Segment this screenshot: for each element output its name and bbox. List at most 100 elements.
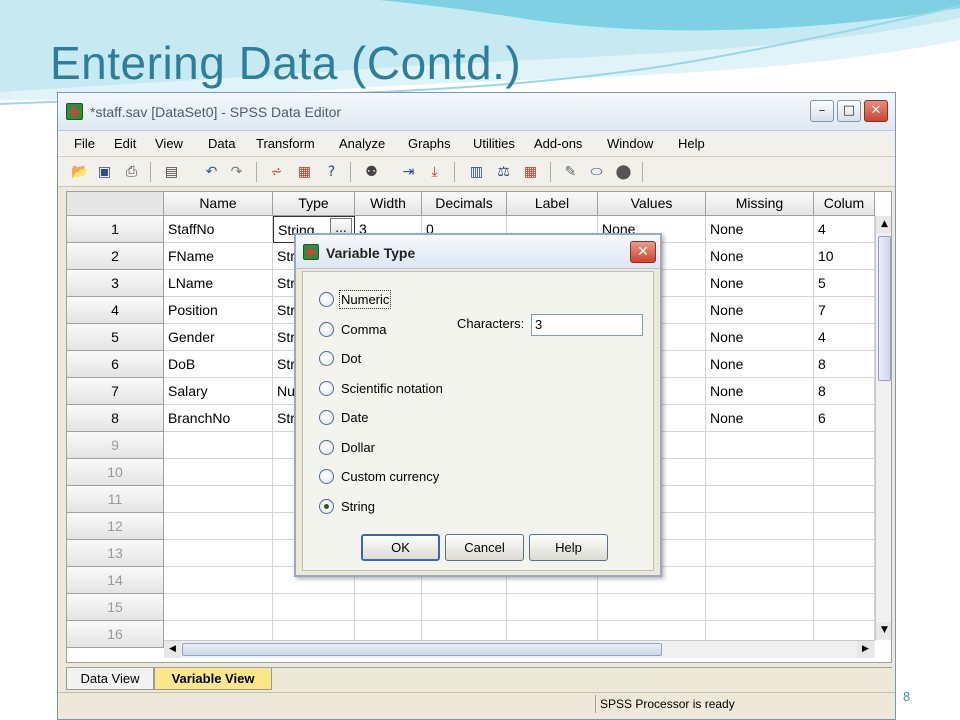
- tab-variable-view[interactable]: Variable View: [154, 668, 272, 690]
- row-number[interactable]: 13: [67, 540, 164, 567]
- grid-cell-values[interactable]: [598, 594, 706, 621]
- print-icon[interactable]: ⎙: [123, 164, 140, 180]
- undo-icon[interactable]: ↶: [203, 164, 220, 180]
- column-header-type[interactable]: Type: [273, 192, 355, 216]
- grid-cell-columns[interactable]: [814, 513, 875, 540]
- help-button[interactable]: Help: [529, 534, 608, 561]
- grid-cell-missing[interactable]: [706, 567, 814, 594]
- characters-input[interactable]: 3: [531, 314, 643, 336]
- grid-cell-missing[interactable]: [706, 486, 814, 513]
- grid-cell-missing[interactable]: None: [706, 270, 814, 297]
- row-number[interactable]: 3: [67, 270, 164, 297]
- select-cases-icon[interactable]: ▦: [522, 164, 539, 180]
- row-number[interactable]: 10: [67, 459, 164, 486]
- grid-cell-missing[interactable]: [706, 594, 814, 621]
- grid-cell-columns[interactable]: 5: [814, 270, 875, 297]
- grid-cell-type[interactable]: [273, 594, 355, 621]
- row-number[interactable]: 8: [67, 405, 164, 432]
- grid-cell-name[interactable]: Position: [164, 297, 273, 324]
- grid-cell-columns[interactable]: 8: [814, 378, 875, 405]
- menu-help[interactable]: Help: [678, 136, 705, 151]
- grid-cell-columns[interactable]: 10: [814, 243, 875, 270]
- dialog-close-button[interactable]: ✕: [630, 241, 656, 263]
- dialog-recall-icon[interactable]: ▤: [163, 164, 180, 180]
- row-number[interactable]: 1: [67, 216, 164, 243]
- grid-cell-columns[interactable]: [814, 567, 875, 594]
- grid-cell-columns[interactable]: [814, 540, 875, 567]
- menu-analyze[interactable]: Analyze: [339, 136, 385, 151]
- weight-cases-icon[interactable]: ⚖: [495, 164, 512, 180]
- grid-cell-columns[interactable]: [814, 432, 875, 459]
- row-number[interactable]: 5: [67, 324, 164, 351]
- value-labels-icon[interactable]: ✎: [562, 164, 579, 180]
- radio-dollar-button[interactable]: [319, 440, 334, 455]
- menu-window[interactable]: Window: [607, 136, 653, 151]
- menu-add-ons[interactable]: Add-ons: [534, 136, 582, 151]
- horizontal-scrollbar[interactable]: ◀ ▶: [164, 640, 875, 658]
- grid-cell-missing[interactable]: [706, 432, 814, 459]
- save-icon[interactable]: ▣: [96, 164, 113, 180]
- scroll-up-arrow-icon[interactable]: ▲: [876, 216, 891, 233]
- radio-date-button[interactable]: [319, 410, 334, 425]
- row-number[interactable]: 16: [67, 621, 164, 648]
- grid-cell-columns[interactable]: 7: [814, 297, 875, 324]
- grid-cell-name[interactable]: [164, 486, 273, 513]
- cancel-button[interactable]: Cancel: [445, 534, 524, 561]
- tab-data-view[interactable]: Data View: [66, 668, 154, 690]
- grid-cell-width[interactable]: [355, 594, 422, 621]
- scroll-down-arrow-icon[interactable]: ▼: [876, 622, 891, 639]
- close-button[interactable]: ✕: [864, 100, 888, 122]
- radio-custom-currency-button[interactable]: [319, 469, 334, 484]
- column-header-missing[interactable]: Missing: [706, 192, 814, 216]
- grid-cell-name[interactable]: FName: [164, 243, 273, 270]
- menu-graphs[interactable]: Graphs: [408, 136, 451, 151]
- grid-cell-name[interactable]: [164, 513, 273, 540]
- scroll-right-arrow-icon[interactable]: ▶: [857, 641, 874, 658]
- grid-cell-label[interactable]: [507, 594, 598, 621]
- grid-cell-columns[interactable]: [814, 459, 875, 486]
- use-sets-icon[interactable]: ⬭: [588, 164, 605, 180]
- radio-numeric-button[interactable]: [319, 292, 334, 307]
- grid-cell-columns[interactable]: 8: [814, 351, 875, 378]
- grid-cell-columns[interactable]: [814, 486, 875, 513]
- horizontal-scroll-thumb[interactable]: [182, 643, 662, 656]
- grid-cell-name[interactable]: BranchNo: [164, 405, 273, 432]
- grid-cell-missing[interactable]: None: [706, 324, 814, 351]
- grid-cell-decimals[interactable]: [422, 594, 507, 621]
- menu-view[interactable]: View: [155, 136, 183, 151]
- grid-cell-columns[interactable]: 4: [814, 216, 875, 243]
- insert-variable-icon[interactable]: ⤓: [426, 164, 443, 180]
- grid-cell-name[interactable]: Salary: [164, 378, 273, 405]
- row-number[interactable]: 15: [67, 594, 164, 621]
- menu-data[interactable]: Data: [208, 136, 235, 151]
- grid-cell-missing[interactable]: None: [706, 405, 814, 432]
- grid-cell-name[interactable]: [164, 594, 273, 621]
- menu-utilities[interactable]: Utilities: [473, 136, 515, 151]
- column-header-label[interactable]: Label: [507, 192, 598, 216]
- menu-edit[interactable]: Edit: [114, 136, 136, 151]
- menu-transform[interactable]: Transform: [256, 136, 315, 151]
- menu-file[interactable]: File: [74, 136, 95, 151]
- row-number[interactable]: 9: [67, 432, 164, 459]
- variables-icon[interactable]: ?: [323, 164, 340, 180]
- split-file-icon[interactable]: ▥: [468, 164, 485, 180]
- maximize-button[interactable]: □: [837, 100, 861, 122]
- row-number[interactable]: 6: [67, 351, 164, 378]
- grid-cell-missing[interactable]: None: [706, 243, 814, 270]
- grid-cell-columns[interactable]: [814, 594, 875, 621]
- row-number[interactable]: 11: [67, 486, 164, 513]
- column-header-decimals[interactable]: Decimals: [422, 192, 507, 216]
- grid-cell-missing[interactable]: None: [706, 378, 814, 405]
- grid-cell-columns[interactable]: 4: [814, 324, 875, 351]
- row-number[interactable]: 12: [67, 513, 164, 540]
- row-number[interactable]: 4: [67, 297, 164, 324]
- grid-cell-name[interactable]: [164, 432, 273, 459]
- grid-cell-missing[interactable]: None: [706, 297, 814, 324]
- grid-cell-name[interactable]: [164, 459, 273, 486]
- grid-cell-name[interactable]: LName: [164, 270, 273, 297]
- grid-cell-name[interactable]: DoB: [164, 351, 273, 378]
- radio-string-button[interactable]: [319, 499, 334, 514]
- radio-dot-button[interactable]: [319, 351, 334, 366]
- grid-cell-missing[interactable]: [706, 513, 814, 540]
- grid-cell-missing[interactable]: [706, 459, 814, 486]
